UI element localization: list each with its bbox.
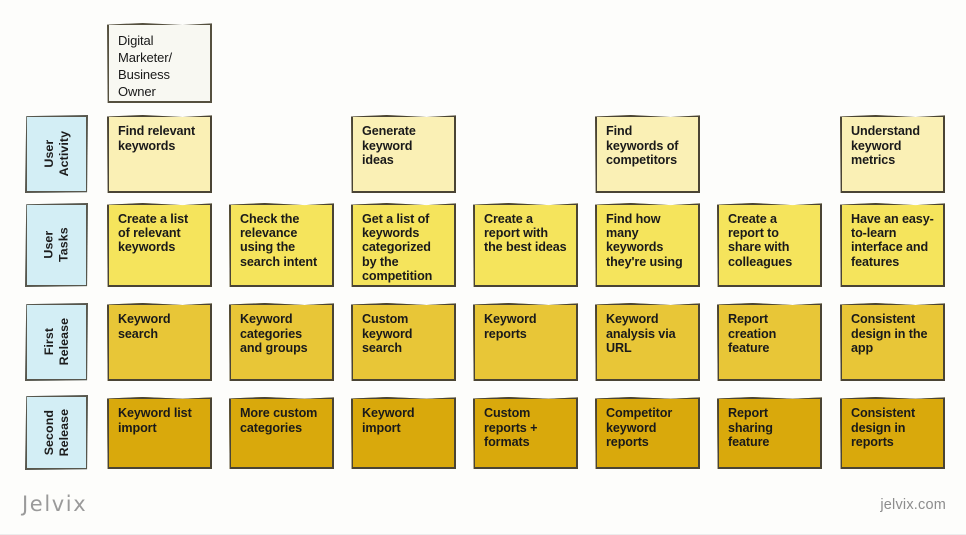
row-label-text: Second Release xyxy=(41,408,71,457)
story-card[interactable]: Competitor keyword reports xyxy=(595,397,700,469)
story-card[interactable]: Keyword categories and groups xyxy=(229,303,334,381)
story-card[interactable]: Report creation feature xyxy=(717,303,822,381)
story-card[interactable]: Consistent design in the app xyxy=(840,303,945,381)
story-card[interactable]: Keyword list import xyxy=(107,397,212,469)
row-label-text: User Tasks xyxy=(41,227,71,263)
story-card[interactable]: Create a list of relevant keywords xyxy=(107,203,212,287)
story-card[interactable]: More custom categories xyxy=(229,397,334,469)
row-label-user-activity[interactable]: User Activity xyxy=(25,115,88,193)
story-card[interactable]: Find how many keywords they're using xyxy=(595,203,700,287)
story-card[interactable]: Keyword import xyxy=(351,397,456,469)
jelvix-logo: Jelvix xyxy=(22,492,88,516)
story-card[interactable]: Consistent design in reports xyxy=(840,397,945,469)
story-map-board: Digital Marketer/ Business Owner User Act… xyxy=(0,0,966,535)
story-card[interactable]: Find keywords of competitors xyxy=(595,115,700,193)
story-card[interactable]: Generate keyword ideas xyxy=(351,115,456,193)
story-card[interactable]: Create a report with the best ideas xyxy=(473,203,578,287)
story-card[interactable]: Have an easy-to-learn interface and feat… xyxy=(840,203,945,287)
row-label-user-tasks[interactable]: User Tasks xyxy=(25,203,88,287)
story-card[interactable]: Custom keyword search xyxy=(351,303,456,381)
row-label-first-release[interactable]: First Release xyxy=(25,303,88,381)
row-label-text: User Activity xyxy=(41,131,71,177)
story-card[interactable]: Check the relevance using the search int… xyxy=(229,203,334,287)
story-card[interactable]: Keyword reports xyxy=(473,303,578,381)
story-card[interactable]: Create a report to share with colleagues xyxy=(717,203,822,287)
website-url: jelvix.com xyxy=(880,497,946,513)
row-label-second-release[interactable]: Second Release xyxy=(25,395,88,470)
story-card[interactable]: Understand keyword metrics xyxy=(840,115,945,193)
story-card[interactable]: Find relevant keywords xyxy=(107,115,212,193)
story-card[interactable]: Keyword analysis via URL xyxy=(595,303,700,381)
story-card[interactable]: Custom reports + formats xyxy=(473,397,578,469)
story-card[interactable]: Report sharing feature xyxy=(717,397,822,469)
story-card[interactable]: Get a list of keywords categorized by th… xyxy=(351,203,456,287)
persona-card[interactable]: Digital Marketer/ Business Owner xyxy=(107,23,212,103)
row-label-text: First Release xyxy=(41,318,71,366)
story-card[interactable]: Keyword search xyxy=(107,303,212,381)
